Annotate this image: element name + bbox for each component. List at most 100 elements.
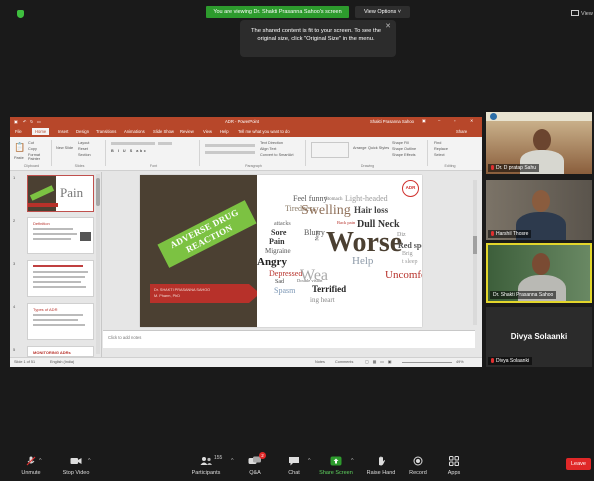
replace-button[interactable]: Replace xyxy=(434,147,448,151)
tab-transitions[interactable]: Transitions xyxy=(96,129,116,134)
participant-video-tile[interactable]: Dr. D pratap Sahu xyxy=(486,112,592,174)
zoom-level[interactable]: 49% xyxy=(456,360,464,364)
save-icon[interactable]: ▣ xyxy=(14,119,18,124)
undo-icon[interactable]: ↶ xyxy=(23,119,27,124)
list-buttons[interactable] xyxy=(205,144,255,147)
active-speaker-tile[interactable]: Dr. Shakti Prasanna Sahoo xyxy=(486,243,592,303)
muted-mic-icon xyxy=(491,165,494,170)
shapes-gallery[interactable] xyxy=(311,142,349,158)
tab-home[interactable]: Home xyxy=(32,128,50,135)
tab-design[interactable]: Design xyxy=(76,129,89,134)
view-button[interactable]: View xyxy=(571,10,593,17)
view-options-button[interactable]: View Options ˅ xyxy=(355,6,410,18)
participant-name: Harshil Thosre xyxy=(496,231,529,237)
paste-button[interactable]: Paste xyxy=(14,156,24,160)
cut-button[interactable]: Cut xyxy=(28,141,34,145)
leave-button[interactable]: Leave xyxy=(566,458,591,470)
tab-review[interactable]: Review xyxy=(180,129,194,134)
record-button[interactable]: Record xyxy=(406,456,430,476)
select-button[interactable]: Select xyxy=(434,153,445,157)
align-text-button[interactable]: Align Text xyxy=(260,147,276,151)
slide-thumbnail[interactable]: MONITORING ADRs xyxy=(27,346,94,357)
presenter-arrow: Dr. SHAKTI PRASANNA SAHOO M. Pharm, PhD xyxy=(150,284,260,303)
convert-smartart-button[interactable]: Convert to SmartArt xyxy=(260,153,294,157)
thumb-pain-text: Pain xyxy=(60,185,84,200)
participant-video-tile[interactable]: Divya Solaanki Divya Solaanki xyxy=(486,307,592,367)
apps-button[interactable]: Apps xyxy=(444,456,464,476)
muted-mic-icon xyxy=(491,358,494,363)
align-buttons[interactable] xyxy=(205,151,255,154)
text-direction-button[interactable]: Text Direction xyxy=(260,141,283,145)
copy-button[interactable]: Copy xyxy=(28,147,37,151)
reset-button[interactable]: Reset xyxy=(78,147,88,151)
slide-thumbnail[interactable] xyxy=(27,260,94,297)
chat-button[interactable]: Chat xyxy=(284,456,304,476)
notes-toggle[interactable]: Notes xyxy=(315,360,325,364)
tab-file[interactable]: File xyxy=(15,129,22,134)
wc-word: Diz xyxy=(397,232,406,238)
thumb-text-line xyxy=(33,314,83,316)
slide-thumbnail[interactable]: Definition xyxy=(27,217,94,254)
quick-styles-button[interactable]: Quick Styles xyxy=(368,146,389,150)
slide-thumbnail[interactable]: Pain xyxy=(27,175,94,212)
security-shield-icon[interactable] xyxy=(17,10,24,18)
layout-button[interactable]: Layout xyxy=(78,141,89,145)
present-icon[interactable]: ▭ xyxy=(37,119,41,124)
slide-thumbnail[interactable]: Types of ADR xyxy=(27,303,94,340)
qa-button[interactable]: Q&A xyxy=(244,456,266,476)
minimize-icon[interactable]: – xyxy=(438,118,440,123)
participants-options-caret[interactable]: ^ xyxy=(231,458,234,464)
tab-slide-show[interactable]: Slide Show xyxy=(153,129,174,134)
find-button[interactable]: Find xyxy=(434,141,441,145)
view-buttons[interactable]: ▢▦▭▣ xyxy=(365,359,395,364)
share-button[interactable]: Share xyxy=(456,129,467,134)
current-slide[interactable]: ADVERSE DRUG REACTION Dr. SHAKTI PRASANN… xyxy=(140,175,422,327)
font-name-select[interactable] xyxy=(111,142,155,145)
tab-animations[interactable]: Animations xyxy=(124,129,145,134)
notes-pane[interactable]: Click to add notes xyxy=(103,330,475,348)
language-indicator[interactable]: English (India) xyxy=(50,360,74,364)
slide-vertical-scrollbar[interactable] xyxy=(473,180,477,325)
presenter-degree: M. Pharm, PhD xyxy=(154,293,180,298)
audio-options-caret[interactable]: ^ xyxy=(39,458,42,464)
participant-face xyxy=(533,129,551,151)
ppt-status-bar: Slide 1 of 51 English (India) Notes Comm… xyxy=(10,357,482,367)
paste-icon[interactable]: 📋 xyxy=(14,142,25,153)
thumb-text-line xyxy=(33,238,71,240)
participant-video-tile[interactable]: Harshil Thosre xyxy=(486,180,592,240)
arrange-button[interactable]: Arrange xyxy=(353,146,367,150)
comments-toggle[interactable]: Comments xyxy=(335,360,353,364)
font-format-buttons[interactable]: B I U S abc xyxy=(111,149,147,153)
thumbnail-scrollbar[interactable] xyxy=(96,174,100,354)
clipboard-label: Clipboard xyxy=(23,164,40,168)
tab-insert[interactable]: Insert xyxy=(58,129,68,134)
font-size-select[interactable] xyxy=(158,142,172,145)
raise-hand-button[interactable]: Raise Hand xyxy=(364,456,398,476)
maximize-icon[interactable]: ▫ xyxy=(454,118,456,123)
chat-options-caret[interactable]: ^ xyxy=(308,458,311,464)
shape-effects-button[interactable]: Shape Effects xyxy=(392,153,416,157)
new-slide-button[interactable]: New Slide xyxy=(56,146,73,150)
zoom-slider[interactable] xyxy=(402,362,452,363)
tab-help[interactable]: Help xyxy=(220,129,229,134)
tell-me-search[interactable]: Tell me what you want to do xyxy=(238,129,290,134)
thumb-red-arrow xyxy=(28,203,58,207)
redo-icon[interactable]: ↻ xyxy=(30,119,34,124)
share-screen-button[interactable]: Share Screen xyxy=(318,456,354,476)
scroll-thumb[interactable] xyxy=(96,178,100,206)
format-painter-button[interactable]: Format Painter xyxy=(28,153,51,161)
share-options-caret[interactable]: ^ xyxy=(351,458,354,464)
ribbon-options-icon[interactable]: ▣ xyxy=(422,118,426,123)
scroll-thumb[interactable] xyxy=(473,236,477,254)
participant-display-name: Divya Solaanki xyxy=(510,332,568,341)
wc-word: Help xyxy=(352,255,374,267)
ppt-title-bar: ▣ ↶ ↻ ▭ ADR - PowerPoint Shakti Prasanna… xyxy=(10,117,482,127)
tab-view[interactable]: View xyxy=(203,129,212,134)
section-button[interactable]: Section xyxy=(78,153,91,157)
close-window-icon[interactable]: ✕ xyxy=(470,118,474,123)
shape-outline-button[interactable]: Shape Outline xyxy=(392,147,416,151)
slides-label: Slides xyxy=(74,164,85,168)
video-options-caret[interactable]: ^ xyxy=(88,458,91,464)
shape-fill-button[interactable]: Shape Fill xyxy=(392,141,409,145)
close-icon[interactable]: ✕ xyxy=(385,23,391,31)
